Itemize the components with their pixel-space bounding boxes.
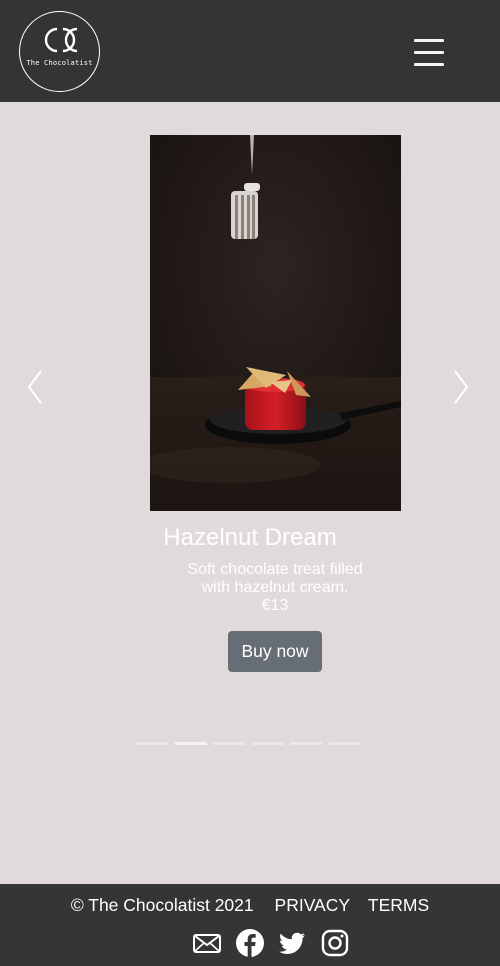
carousel-indicator[interactable] [328,742,361,745]
logo-mark-icon [44,27,78,53]
copyright-text: © The Chocolatist 2021 [70,895,254,915]
privacy-link[interactable]: PRIVACY [275,895,351,916]
carousel-indicator[interactable] [251,742,284,745]
buy-now-button[interactable]: Buy now [228,631,322,672]
product-carousel: Hazelnut Dream Soft chocolate treat fill… [0,102,500,884]
footer-line: © The Chocolatist 2021 PRIVACY TERMS [0,895,500,916]
carousel-next-button[interactable] [449,367,473,407]
brand-logo[interactable]: The Chocolatist [19,11,100,92]
terms-link[interactable]: TERMS [368,895,429,916]
carousel-indicator[interactable] [174,742,207,745]
product-image [150,135,401,511]
instagram-icon[interactable] [320,928,350,958]
carousel-indicator[interactable] [290,742,322,745]
facebook-icon[interactable] [235,928,265,958]
product-title: Hazelnut Dream [163,524,337,551]
hamburger-line [414,39,444,42]
carousel-indicator[interactable] [213,742,245,745]
carousel-indicator[interactable] [136,742,168,745]
mail-icon[interactable] [192,928,222,958]
product-price: €13 [261,597,289,614]
carousel-prev-button[interactable] [23,367,47,407]
product-description: Soft chocolate treat filled with hazelnu… [187,561,363,596]
menu-toggle-button[interactable] [408,35,452,73]
navbar: The Chocolatist [0,0,500,102]
twitter-icon[interactable] [277,928,307,958]
chevron-right-icon [454,370,469,404]
hamburger-line [414,51,444,54]
chevron-left-icon [27,370,42,404]
logo-text: The Chocolatist [26,59,93,67]
footer: © The Chocolatist 2021 PRIVACY TERMS [0,884,500,966]
hamburger-line [414,63,444,66]
